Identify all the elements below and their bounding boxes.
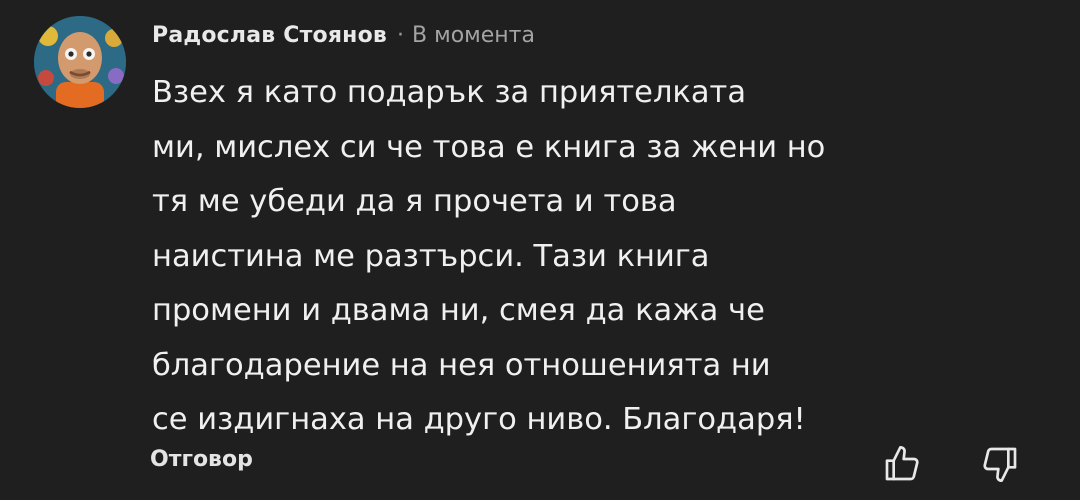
thumbs-down-icon [983,447,1017,482]
comment-header: Радослав Стоянов · В момента [152,18,535,52]
meta-separator: · [397,22,405,48]
author-name[interactable]: Радослав Стоянов [152,23,387,48]
reply-button[interactable]: Отговор [150,447,253,472]
avatar-image [34,16,126,108]
comment-card: Радослав Стоянов · В момента Взех я като… [0,0,1080,500]
like-button[interactable] [882,444,922,484]
avatar[interactable] [34,16,126,108]
comment-line: Взех я като подарък за приятелката [152,75,747,110]
comment-line: наистина ме разтърси. Тази книга [152,238,710,274]
dislike-button[interactable] [980,444,1020,484]
comment-line: ми, мислех си че това е книга за жени но [152,129,826,165]
comment-line: тя ме убеди да я прочета и това [152,184,677,219]
comment-text: Взех я като подарък за приятелката ми, м… [152,66,1052,448]
timestamp: В момента [412,22,535,48]
comment-line: благодарение на нея отношенията ни [152,347,771,383]
comment-line: се издигнаха на друго ниво. Благодаря! [152,402,806,437]
comment-actions: Отговор [150,444,1050,484]
comment-line: промени и двама ни, смея да кажа че [152,293,765,328]
thumbs-up-icon [885,446,919,481]
